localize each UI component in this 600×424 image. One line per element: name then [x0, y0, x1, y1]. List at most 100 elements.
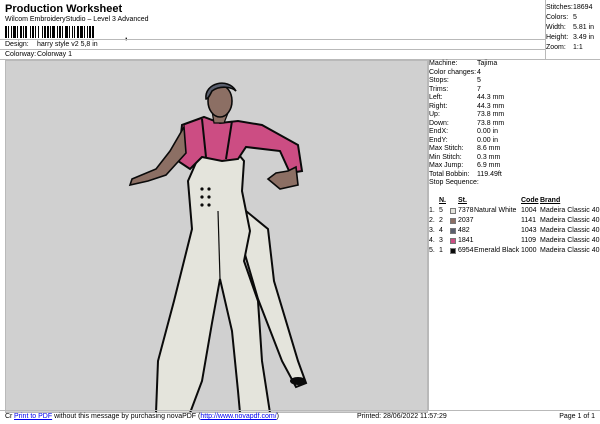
row-n: 3 [439, 237, 443, 244]
detail-value: 119.49ft [477, 170, 502, 178]
detail-label: Up: [429, 111, 440, 118]
detail-row: Left: 44.3 mm [429, 94, 599, 103]
detail-row: Machine: Tajima [429, 60, 599, 69]
summary-stats: Stitches: 18694 Colors: 5 Width: 5.81 in He… [546, 3, 598, 53]
row-index: 3. [429, 227, 435, 234]
detail-value: 73.8 mm [477, 119, 505, 127]
row-n: 2 [439, 217, 443, 224]
detail-label: Right: [429, 102, 448, 110]
table-row: 5. 1 6954 Emerald Black 1000 Madeira Classic … [429, 246, 600, 256]
colorway-value: Colorway 1 [37, 51, 73, 58]
machine-details: Machine: Tajima Color changes: 4 Stops: 5 T… [429, 60, 599, 188]
detail-value: 4 [477, 68, 481, 76]
detail-label: Max Jump: [429, 162, 464, 169]
detail-label: Down: [429, 119, 449, 127]
col-n: N. [439, 197, 446, 204]
row-index: 1. [429, 207, 435, 214]
row-n: 5 [439, 207, 443, 214]
row-color-name: Emerald Black [474, 247, 520, 254]
barcode-bar [94, 26, 95, 38]
row-brand: Madeira Classic 40 [540, 247, 600, 254]
table-row: 4. 3 1841 1109 Madeira Classic 40 [429, 236, 600, 246]
colorway-label: Colorway: [5, 51, 37, 58]
design-preview [5, 60, 428, 413]
detail-row: Min Stitch: 0.3 mm [429, 154, 599, 163]
table-row: 1. 5 7378 Natural White 1004 Madeira Classic … [429, 206, 600, 216]
row-index: 2. [429, 217, 435, 224]
detail-label: EndY: [429, 136, 448, 144]
row-code: 1004 [521, 207, 537, 214]
detail-label: Machine: [429, 60, 458, 67]
novapdf-link[interactable]: http://www.novapdf.com/ [200, 413, 276, 420]
stat-value: 5.81 in [573, 24, 595, 31]
detail-value: 73.8 mm [477, 111, 505, 118]
detail-row: Total Bobbin: 119.49ft [429, 171, 599, 180]
detail-value: 44.3 mm [477, 94, 505, 101]
detail-row: Stops: 5 [429, 77, 599, 86]
detail-row: Up: 73.8 mm [429, 111, 599, 120]
row-stitches: 6954 [458, 247, 474, 254]
color-swatch [450, 218, 456, 224]
stat-value: 18694 [573, 4, 593, 11]
stat-value: 3.49 in [573, 34, 595, 41]
row-brand: Madeira Classic 40 [540, 217, 600, 224]
barcode [5, 26, 165, 38]
stop-sequence-title: Stop Sequence: [429, 179, 479, 186]
row-stitches: 2037 [458, 217, 474, 224]
stat-label: Zoom: [546, 44, 566, 51]
footer-suffix: ) [276, 413, 279, 420]
row-code: 1000 [521, 247, 537, 254]
row-index: 5. [429, 247, 435, 254]
detail-label: Left: [429, 94, 443, 101]
stat-zoom: Zoom: 1:1 [546, 43, 598, 53]
detail-row: Down: 73.8 mm [429, 120, 599, 129]
page-title: Production Worksheet [5, 3, 123, 15]
left-arm [128, 124, 187, 187]
design-value: harry style v2 5,8 in [37, 41, 98, 48]
detail-row: EndX: 0.00 in [429, 128, 599, 137]
detail-label: EndX: [429, 128, 449, 135]
col-brand: Brand [540, 197, 561, 204]
stat-value: 1:1 [573, 44, 583, 51]
color-swatch [450, 228, 456, 234]
stat-stitches: Stitches: 18694 [546, 3, 598, 13]
page-number: Page 1 of 1 [559, 413, 595, 420]
design-label: Design: [5, 41, 29, 48]
detail-label: Color changes: [429, 68, 477, 76]
table-row: 2. 2 2037 1141 Madeira Classic 40 [429, 216, 600, 226]
table-header: N. St. Code Brand [429, 196, 599, 206]
stat-label: Height: [546, 34, 569, 41]
row-brand: Madeira Classic 40 [540, 227, 600, 234]
detail-label: Total Bobbin: [429, 170, 470, 178]
row-index: 4. [429, 237, 435, 244]
divider [0, 49, 545, 50]
detail-value: 6.9 mm [477, 162, 501, 169]
detail-value: 5 [477, 77, 481, 84]
table-row: 3. 4 482 1043 Madeira Classic 40 [429, 226, 600, 236]
software-name: Wilcom EmbroideryStudio – Level 3 Advanc… [5, 16, 149, 23]
row-stitches: 482 [458, 227, 470, 234]
stat-label: Stitches: [546, 4, 573, 11]
print-to-pdf-link[interactable]: Print to PDF [14, 413, 52, 420]
color-swatch [450, 208, 456, 214]
divider [0, 39, 545, 40]
printed-date: Printed: 28/06/2022 11:57:29 [357, 413, 447, 420]
stat-value: 5 [573, 14, 577, 21]
stat-label: Width: [546, 24, 566, 31]
row-stitches: 1841 [458, 237, 474, 244]
stat-label: Colors: [546, 14, 569, 21]
col-code: Code [521, 197, 539, 204]
detail-label: Trims: [429, 85, 449, 93]
color-swatch [450, 248, 456, 254]
stat-width: Width: 5.81 in [546, 23, 598, 33]
row-code: 1043 [521, 227, 537, 234]
footer: Cr Print to PDF without this message by … [0, 410, 600, 424]
detail-value: 7 [477, 85, 481, 93]
stop-sequence-table: N. St. Code Brand 1. 5 7378 Natural White 10… [429, 196, 600, 256]
detail-label: Min Stitch: [429, 153, 462, 161]
detail-value: 0.00 in [477, 136, 499, 144]
row-color-name: Natural White [474, 207, 517, 214]
detail-label: Stops: [429, 77, 449, 84]
row-brand: Madeira Classic 40 [540, 207, 600, 214]
detail-row: Max Stitch: 8.6 mm [429, 145, 599, 154]
